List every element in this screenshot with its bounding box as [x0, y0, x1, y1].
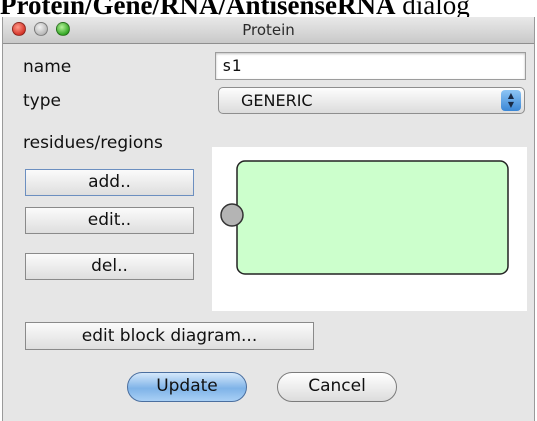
- update-button[interactable]: Update: [127, 372, 247, 402]
- window-title: Protein: [242, 21, 295, 39]
- del-button[interactable]: del..: [25, 253, 194, 280]
- protein-dialog: Protein name s1 type GENERIC ▲ ▼ residues…: [2, 17, 535, 421]
- type-select-value: GENERIC: [241, 91, 313, 110]
- residue-diagram[interactable]: [212, 147, 527, 311]
- residue-diagram-canvas: [220, 160, 509, 275]
- add-button[interactable]: add..: [25, 169, 194, 196]
- edit-button[interactable]: edit..: [25, 207, 194, 234]
- edit-block-diagram-button[interactable]: edit block diagram...: [25, 322, 314, 350]
- cancel-button[interactable]: Cancel: [277, 372, 397, 402]
- name-label: name: [23, 57, 72, 77]
- name-input[interactable]: s1: [215, 52, 526, 80]
- type-label: type: [23, 91, 61, 111]
- residues-regions-label: residues/regions: [23, 133, 163, 153]
- residue-marker: [220, 203, 244, 227]
- type-select[interactable]: GENERIC ▲ ▼: [218, 87, 525, 114]
- title-bar[interactable]: Protein: [3, 17, 534, 44]
- up-down-arrows-icon: ▲ ▼: [501, 90, 521, 111]
- protein-box: [236, 160, 509, 275]
